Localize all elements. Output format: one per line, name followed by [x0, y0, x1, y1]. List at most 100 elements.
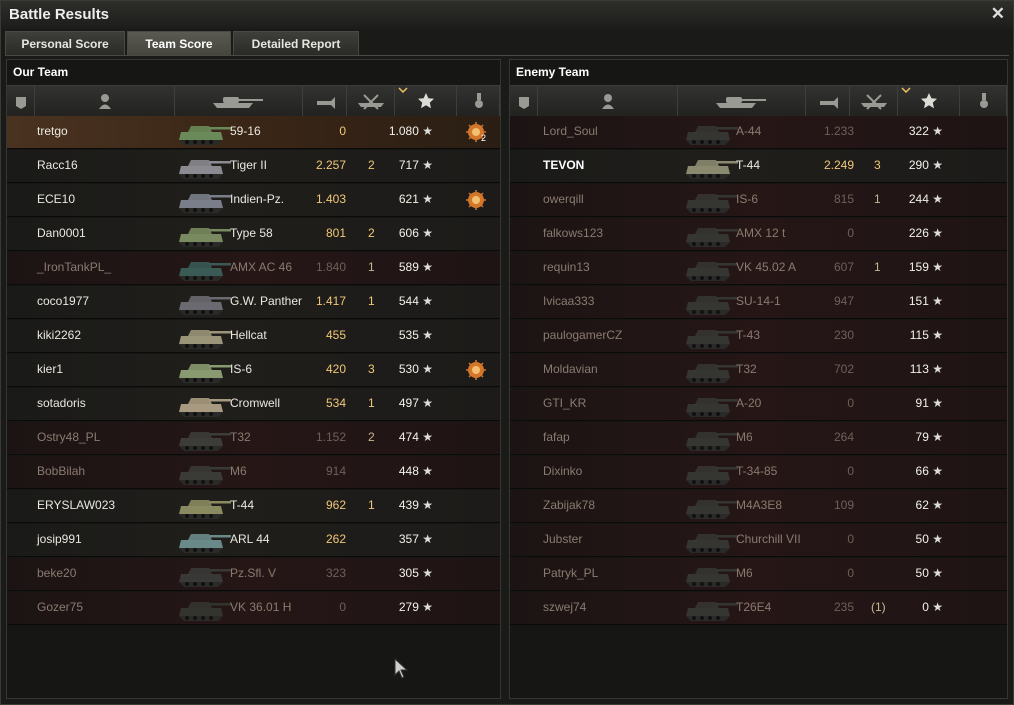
tank-icon: [686, 194, 738, 213]
tank-icon: [179, 534, 231, 553]
column-header-experience[interactable]: [395, 86, 457, 116]
column-header-player[interactable]: [538, 86, 678, 116]
column-header-vehicle[interactable]: [175, 86, 303, 116]
tab-detailed-report[interactable]: Detailed Report: [233, 31, 359, 55]
kills-value: 1: [368, 498, 375, 512]
vehicle-name: T32: [230, 430, 251, 444]
our-team-row[interactable]: Racc16 Tiger II 2.257 2 717: [7, 150, 500, 183]
vehicle-name: Pz.Sfl. V: [230, 566, 277, 580]
column-header-rank[interactable]: [7, 86, 35, 116]
kills-value: 1: [874, 192, 881, 206]
enemy-team-row[interactable]: Moldavian T32 702 113: [510, 354, 1007, 387]
tank-icon: [686, 432, 738, 451]
vehicle-name: T26E4: [736, 600, 772, 614]
tank-icon: [179, 398, 231, 417]
column-header-kills[interactable]: [347, 86, 395, 116]
tank-icon: [179, 364, 231, 383]
close-icon[interactable]: ✕: [991, 4, 1005, 24]
player-name: Moldavian: [543, 362, 598, 376]
our-team-row[interactable]: ERYSLAW023 T-44 962 1 439: [7, 490, 500, 523]
experience-value: 50: [893, 532, 943, 546]
damage-value: 0: [339, 124, 346, 138]
player-name: kier1: [37, 362, 64, 376]
experience-value: 151: [893, 294, 943, 308]
player-name: falkows123: [543, 226, 604, 240]
tab-divider: [5, 55, 1009, 56]
kills-icon: [861, 94, 887, 110]
enemy-team-row[interactable]: Dixinko T-34-85 0 66: [510, 456, 1007, 489]
experience-value: 79: [893, 430, 943, 444]
damage-value: 235: [833, 600, 854, 614]
our-team-row[interactable]: coco1977 G.W. Panther 1.417 1 544: [7, 286, 500, 319]
vehicle-name: IS-6: [736, 192, 759, 206]
enemy-team-row[interactable]: Lord_Soul A-44 1.233 322: [510, 116, 1007, 149]
player-name: GTI_KR: [543, 396, 587, 410]
experience-value: 544: [383, 294, 433, 308]
our-team-row[interactable]: BobBilah M6 914 448: [7, 456, 500, 489]
column-header-rank[interactable]: [510, 86, 538, 116]
vehicle-name: T-34-85: [736, 464, 778, 478]
our-team-row[interactable]: _IronTankPL_ AMX AC 46 1.840 1 589: [7, 252, 500, 285]
tank-icon: [179, 296, 231, 315]
column-header-vehicle[interactable]: [678, 86, 806, 116]
player-name: fafap: [543, 430, 570, 444]
damage-value: 0: [847, 396, 854, 410]
tank-icon: [179, 330, 231, 349]
kills-value: (1): [871, 600, 886, 614]
medal-icon[interactable]: [465, 359, 487, 381]
enemy-team-row[interactable]: Zabijak78 M4A3E8 109 62: [510, 490, 1007, 523]
rank-icon: [519, 97, 529, 109]
enemy-team-row[interactable]: Jubster Churchill VII 0 50: [510, 524, 1007, 557]
our-team-row[interactable]: Dan0001 Type 58 801 2 606: [7, 218, 500, 251]
our-team-row[interactable]: beke20 Pz.Sfl. V 323 305: [7, 558, 500, 591]
our-team-row[interactable]: kier1 IS-6 420 3 530: [7, 354, 500, 387]
our-team-row[interactable]: tretgo 59-16 0 1.080 2: [7, 116, 500, 149]
medal-icon[interactable]: [465, 189, 487, 211]
damage-icon: [317, 97, 335, 109]
tank-icon: [179, 194, 231, 213]
our-team-row[interactable]: ECE10 Indien-Pz. 1.403 621: [7, 184, 500, 217]
tab-personal-score[interactable]: Personal Score: [5, 31, 125, 55]
enemy-team-row[interactable]: szwej74 T26E4 235 (1) 0: [510, 592, 1007, 625]
our-team-row[interactable]: sotadoris Cromwell 534 1 497: [7, 388, 500, 421]
experience-icon: [921, 93, 937, 109]
tab-team-score[interactable]: Team Score: [127, 31, 231, 55]
enemy-team-row[interactable]: requin13 VK 45.02 A 607 1 159: [510, 252, 1007, 285]
medal-count: 2: [481, 133, 487, 143]
tank-icon: [179, 126, 231, 145]
column-header-kills[interactable]: [850, 86, 898, 116]
column-header-damage[interactable]: [806, 86, 850, 116]
tank-icon: [686, 466, 738, 485]
column-header-damage[interactable]: [303, 86, 347, 116]
column-header-medal[interactable]: [960, 86, 1007, 116]
damage-icon: [820, 97, 838, 109]
our-team-row[interactable]: Gozer75 VK 36.01 H 0 279: [7, 592, 500, 625]
our-team-row[interactable]: josip991 ARL 44 262 357: [7, 524, 500, 557]
enemy-team-row[interactable]: Ivicaa333 SU-14-1 947 151: [510, 286, 1007, 319]
column-header-player[interactable]: [35, 86, 175, 116]
experience-value: 439: [383, 498, 433, 512]
experience-value: 357: [383, 532, 433, 546]
column-header-medal[interactable]: [457, 86, 500, 116]
tank-icon: [179, 160, 231, 179]
player-name: Lord_Soul: [543, 124, 598, 138]
damage-value: 0: [847, 566, 854, 580]
experience-value: 226: [893, 226, 943, 240]
vehicle-name: A-44: [736, 124, 762, 138]
our-team-row[interactable]: Ostry48_PL T32 1.152 2 474: [7, 422, 500, 455]
vehicle-name: VK 36.01 H: [230, 600, 292, 614]
damage-value: 1.233: [823, 124, 854, 138]
damage-value: 323: [325, 566, 346, 580]
enemy-team-row[interactable]: GTI_KR A-20 0 91: [510, 388, 1007, 421]
enemy-team-row[interactable]: fafap M6 264 79: [510, 422, 1007, 455]
our-team-header: [7, 85, 500, 117]
our-team-row[interactable]: kiki2262 Hellcat 455 535: [7, 320, 500, 353]
enemy-team-row[interactable]: paulogamerCZ T-43 230 115: [510, 320, 1007, 353]
enemy-team-row[interactable]: Patryk_PL M6 0 50: [510, 558, 1007, 591]
enemy-team-row[interactable]: owerqill IS-6 815 1 244: [510, 184, 1007, 217]
tank-icon: [179, 466, 231, 485]
enemy-team-row[interactable]: falkows123 AMX 12 t 0 226: [510, 218, 1007, 251]
tank-icon: [686, 228, 738, 247]
column-header-experience[interactable]: [898, 86, 960, 116]
enemy-team-row[interactable]: TEVON T-44 2.249 3 290: [510, 150, 1007, 183]
